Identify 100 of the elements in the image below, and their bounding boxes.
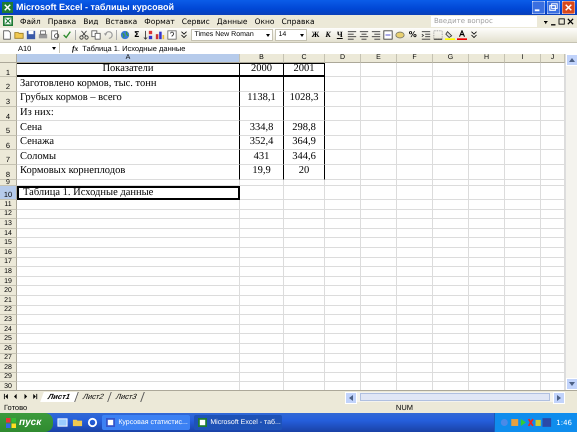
workbook-icon[interactable] bbox=[3, 16, 13, 26]
empty-cell bbox=[283, 106, 325, 122]
vertical-scrollbar[interactable] bbox=[565, 54, 577, 390]
empty-cell bbox=[284, 286, 325, 296]
empty-cell bbox=[433, 219, 469, 229]
horizontal-scrollbar[interactable] bbox=[345, 392, 565, 402]
font-color-icon[interactable] bbox=[456, 30, 467, 40]
empty-cell bbox=[469, 121, 505, 136]
scroll-right-icon[interactable] bbox=[553, 392, 565, 404]
sort-icon[interactable] bbox=[143, 30, 154, 40]
empty-cell bbox=[284, 219, 325, 229]
empty-cell bbox=[505, 219, 541, 229]
print-preview-icon[interactable] bbox=[50, 30, 60, 40]
folder-icon[interactable] bbox=[14, 30, 24, 40]
borders-icon[interactable] bbox=[432, 30, 443, 40]
align-center-icon[interactable] bbox=[358, 30, 369, 40]
empty-cell bbox=[284, 210, 325, 220]
empty-cell bbox=[433, 248, 469, 258]
empty-cell bbox=[397, 324, 433, 334]
minimize-icon[interactable] bbox=[532, 0, 545, 14]
empty-cell bbox=[469, 238, 505, 248]
empty-cell bbox=[284, 324, 325, 334]
document-controls-icon[interactable] bbox=[544, 16, 574, 26]
window-title: Microsoft Excel - таблицы курсовой bbox=[16, 2, 174, 12]
empty-cell bbox=[469, 92, 505, 107]
empty-cell bbox=[469, 286, 505, 296]
percent-button[interactable]: % bbox=[406, 30, 419, 40]
empty-cell bbox=[240, 238, 284, 248]
empty-cell bbox=[433, 315, 469, 325]
close-icon[interactable] bbox=[562, 0, 575, 14]
empty-cell bbox=[325, 210, 361, 220]
empty-cell bbox=[505, 315, 541, 325]
empty-cell bbox=[361, 344, 397, 354]
empty-cell bbox=[397, 258, 433, 268]
sheet-navigation-icon[interactable] bbox=[3, 393, 39, 400]
align-left-icon[interactable] bbox=[346, 30, 357, 40]
empty-cell bbox=[433, 136, 469, 150]
autosum-button[interactable]: Σ bbox=[132, 30, 142, 40]
new-document-icon[interactable] bbox=[2, 30, 12, 40]
globe-icon[interactable] bbox=[120, 30, 130, 40]
empty-cell bbox=[433, 354, 469, 364]
empty-cell bbox=[433, 92, 469, 107]
empty-cell bbox=[325, 306, 361, 316]
empty-cell bbox=[433, 286, 469, 296]
empty-cell bbox=[469, 136, 505, 150]
empty-cell bbox=[505, 334, 541, 344]
start-button[interactable]: пуск bbox=[0, 413, 54, 432]
empty-cell bbox=[505, 92, 541, 107]
fill-color-icon[interactable] bbox=[444, 30, 455, 40]
empty-cell bbox=[505, 354, 541, 364]
desktop-icon[interactable] bbox=[57, 417, 68, 428]
empty-cell bbox=[469, 276, 505, 286]
empty-cell bbox=[240, 344, 284, 354]
empty-cell bbox=[325, 150, 361, 165]
bar-chart-icon[interactable] bbox=[155, 30, 166, 40]
toolbar-options-icon[interactable] bbox=[468, 30, 479, 40]
empty-cell bbox=[240, 334, 284, 344]
empty-cell bbox=[469, 164, 505, 180]
empty-cell bbox=[469, 248, 505, 258]
align-right-icon[interactable] bbox=[370, 30, 381, 40]
format-button[interactable]: К bbox=[323, 30, 333, 40]
copy-icon[interactable] bbox=[91, 30, 101, 40]
empty-cell bbox=[469, 258, 505, 268]
empty-cell bbox=[397, 363, 433, 373]
table-cell: 352,4 bbox=[239, 136, 284, 150]
empty-cell bbox=[240, 228, 284, 238]
empty-cell bbox=[325, 354, 361, 364]
table-cell: 334,8 bbox=[239, 121, 284, 136]
table-cell: Из них: bbox=[17, 106, 240, 122]
spelling-icon[interactable] bbox=[62, 30, 72, 40]
format-button[interactable]: Ч bbox=[334, 30, 345, 40]
indent-icon[interactable] bbox=[420, 30, 431, 40]
empty-cell bbox=[361, 77, 397, 92]
printer-icon[interactable] bbox=[38, 30, 48, 40]
scissors-icon[interactable] bbox=[79, 30, 89, 40]
restore-icon[interactable] bbox=[547, 0, 560, 14]
empty-cell bbox=[361, 258, 397, 268]
empty-cell bbox=[397, 276, 433, 286]
scroll-left-icon[interactable] bbox=[345, 392, 357, 404]
empty-cell bbox=[325, 258, 361, 268]
empty-cell bbox=[469, 315, 505, 325]
empty-cell bbox=[397, 77, 433, 92]
empty-cell bbox=[325, 324, 361, 334]
table-cell: 1138,1 bbox=[239, 92, 284, 107]
merge-cells-icon[interactable] bbox=[382, 30, 393, 40]
empty-cell bbox=[325, 186, 361, 200]
table-cell: 431 bbox=[239, 150, 284, 165]
empty-cell bbox=[469, 267, 505, 277]
format-button[interactable]: Ж bbox=[309, 30, 322, 40]
scroll-down-icon[interactable] bbox=[566, 378, 577, 390]
help-icon[interactable] bbox=[167, 30, 178, 40]
empty-cell bbox=[361, 324, 397, 334]
scroll-up-icon[interactable] bbox=[566, 54, 577, 66]
empty-cell bbox=[361, 296, 397, 306]
empty-cell bbox=[433, 77, 469, 92]
empty-cell bbox=[397, 354, 433, 364]
empty-cell bbox=[397, 219, 433, 229]
empty-cell bbox=[397, 106, 433, 122]
folder-icon[interactable] bbox=[72, 417, 84, 428]
toolbar-options-icon[interactable] bbox=[179, 30, 190, 40]
